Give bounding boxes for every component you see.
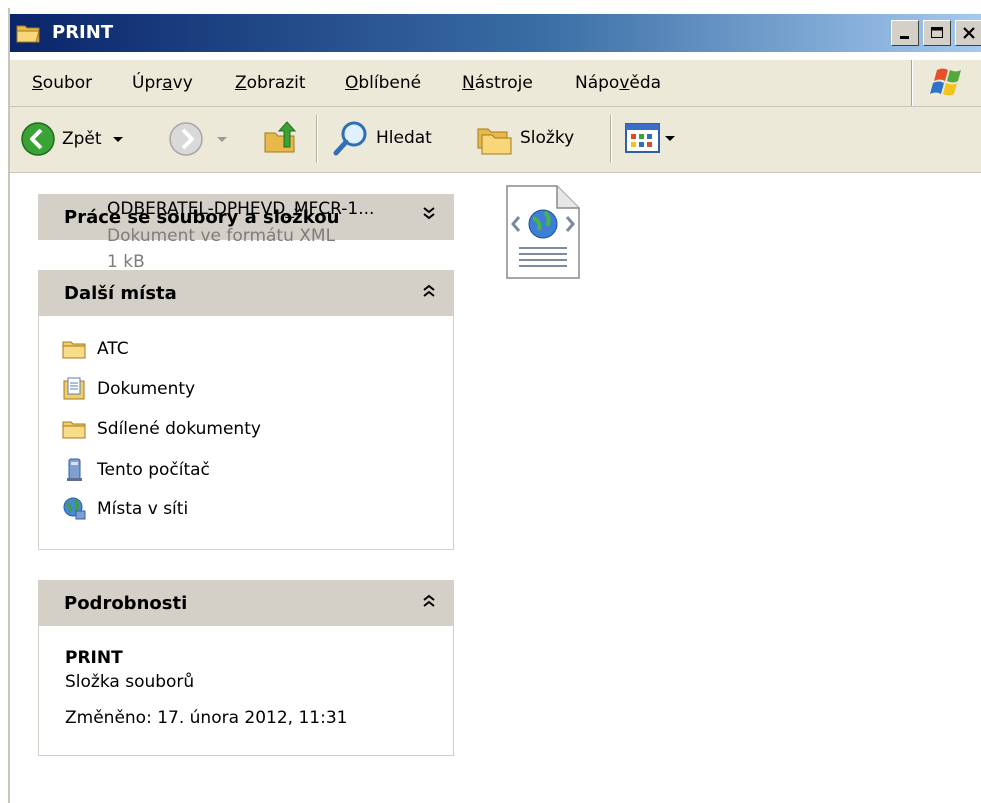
menu-edit[interactable]: Úpravy (132, 73, 193, 93)
place-link-network[interactable]: Místa v síti (61, 496, 188, 522)
folders-icon (477, 128, 512, 155)
file-type: Dokument ve formátu XML (107, 226, 336, 246)
menu-tools[interactable]: Nástroje (462, 73, 533, 93)
details-type: Složka souborů (65, 672, 195, 692)
place-link-atc[interactable]: ATC (61, 338, 129, 360)
views-icon (625, 123, 660, 153)
views-button[interactable] (624, 121, 676, 155)
forward-arrow-icon (169, 122, 203, 156)
explorer-window: PRINT Soubor Úpravy Zobrazit Oblíbené Ná… (8, 8, 981, 803)
folder-icon (62, 341, 86, 359)
menu-view[interactable]: Zobrazit (235, 73, 306, 93)
back-arrow-icon (21, 122, 55, 156)
maximize-icon (931, 27, 943, 38)
title-bar[interactable]: PRINT (10, 14, 981, 52)
other-places-pane: Další místa ATC Dokumenty Sdílené dokume… (38, 270, 454, 550)
close-icon (963, 27, 975, 39)
menu-help[interactable]: Nápověda (575, 73, 661, 93)
place-link-my-computer[interactable]: Tento počítač (61, 457, 210, 483)
toolbar: Zpět Hledat Složky (10, 107, 981, 173)
collapse-chevron-icon[interactable] (422, 590, 436, 615)
toolbar-separator (316, 115, 317, 163)
documents-icon (63, 377, 85, 400)
other-places-list: ATC Dokumenty Sdílené dokumenty Tento po… (38, 316, 454, 550)
details-modified: Změněno: 17. února 2012, 11:31 (65, 708, 348, 728)
other-places-header[interactable]: Další místa (38, 270, 454, 316)
folder-up-icon (264, 121, 297, 153)
details-header[interactable]: Podrobnosti (38, 580, 454, 626)
place-link-shared-documents[interactable]: Sdílené dokumenty (61, 418, 261, 440)
window-title: PRINT (52, 22, 114, 43)
minimize-icon (900, 36, 909, 39)
computer-icon (67, 458, 82, 481)
views-dropdown-icon[interactable] (664, 133, 676, 143)
close-button[interactable] (955, 20, 981, 46)
search-button[interactable]: Hledat (332, 119, 432, 157)
maximize-button[interactable] (923, 20, 951, 46)
details-body: PRINT Složka souborů Změněno: 17. února … (38, 626, 454, 756)
search-magnifier-icon (333, 121, 367, 156)
folders-button[interactable]: Složky (474, 119, 574, 157)
up-folder-button[interactable] (262, 119, 300, 157)
file-size: 1 kB (107, 252, 145, 272)
forward-dropdown-icon[interactable] (216, 134, 228, 144)
collapse-chevron-icon[interactable] (422, 280, 436, 305)
details-name: PRINT (65, 648, 123, 668)
forward-button[interactable] (168, 121, 228, 157)
file-name[interactable]: ODBERATEL-DPHEVD_MFCR-1... (107, 199, 374, 219)
menu-file[interactable]: Soubor (32, 73, 92, 93)
windows-logo-icon (912, 60, 981, 106)
network-icon (63, 497, 86, 520)
menu-bar: Soubor Úpravy Zobrazit Oblíbené Nástroje… (10, 60, 981, 107)
xml-document-icon[interactable] (503, 184, 583, 285)
place-link-documents[interactable]: Dokumenty (61, 377, 195, 401)
expand-chevron-icon[interactable] (422, 204, 436, 229)
back-button[interactable]: Zpět (20, 121, 124, 157)
menu-favorites[interactable]: Oblíbené (345, 73, 421, 93)
folder-open-icon (16, 22, 42, 49)
toolbar-separator (610, 115, 611, 163)
back-dropdown-icon[interactable] (112, 134, 124, 144)
details-pane: Podrobnosti PRINT Složka souborů Změněno… (38, 580, 454, 756)
folder-icon (62, 421, 86, 439)
minimize-button[interactable] (891, 20, 919, 46)
